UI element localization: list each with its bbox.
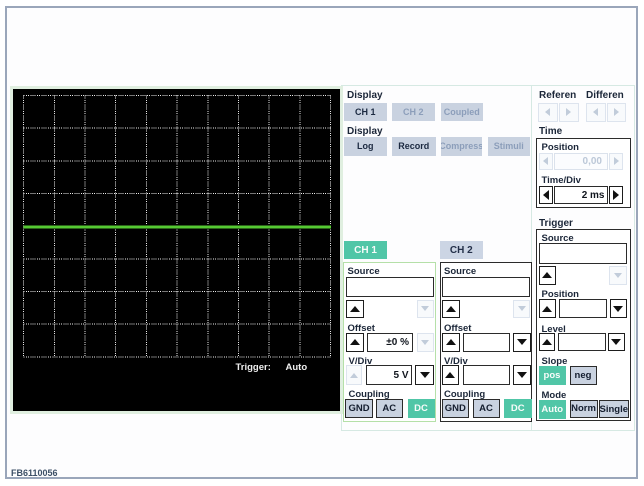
svg-text:Trigger:: Trigger: <box>235 362 270 373</box>
svg-text:Auto: Auto <box>285 362 307 373</box>
